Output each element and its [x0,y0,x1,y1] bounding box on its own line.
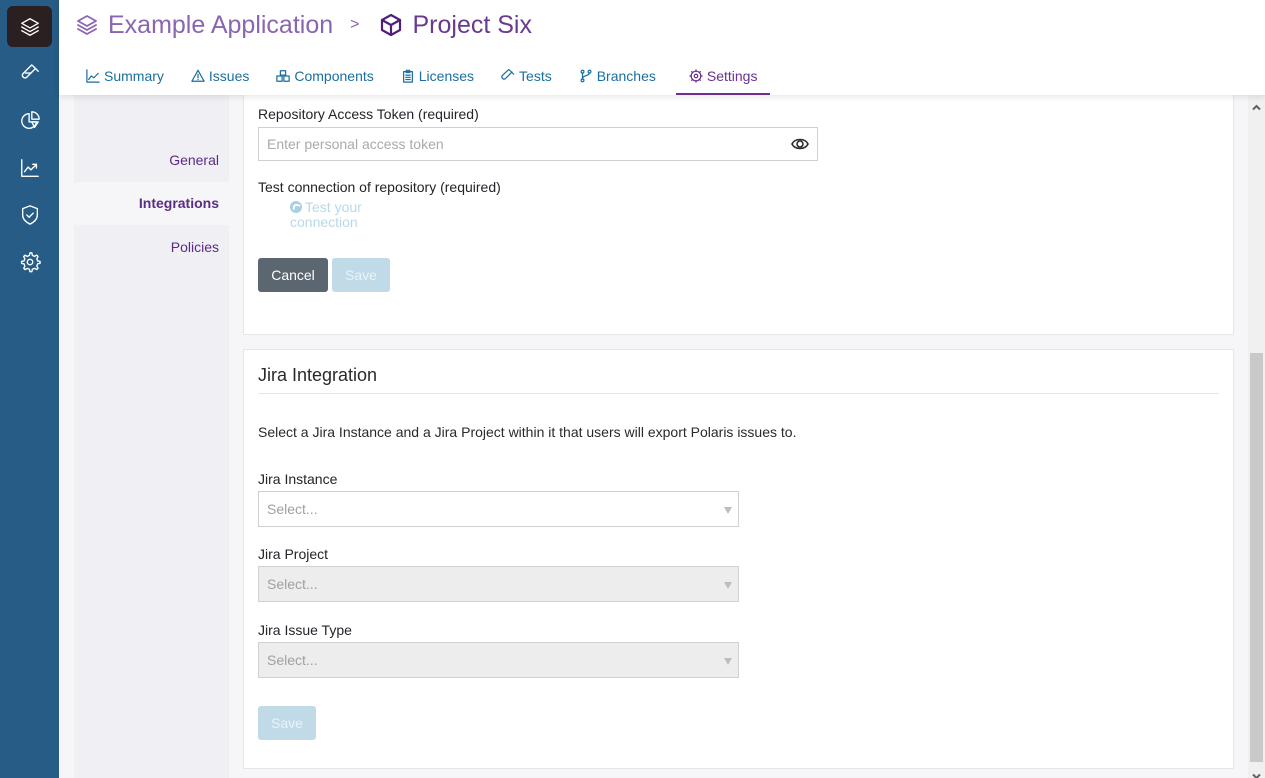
tab-branches[interactable]: Branches [572,60,663,95]
scrollbar-thumb[interactable] [1250,353,1263,762]
line-chart-icon [86,68,100,83]
clipboard-icon [402,69,413,83]
test-connection-label: Test connection of repository (required) [258,179,501,195]
tab-branches-label: Branches [596,67,656,84]
layers-icon [77,15,97,35]
jira-issue-type-select[interactable]: Select... [258,642,739,678]
tab-licenses-label: Licenses [418,67,475,84]
jira-project-label: Jira Project [258,546,329,562]
jira-instance-select[interactable]: Select... [258,491,739,527]
warning-icon [191,69,205,82]
layers-icon [20,17,39,36]
breadcrumb-project-label: Project Six [412,10,532,39]
rail-item-policies[interactable] [7,195,52,235]
token-field [258,127,818,161]
pie-chart-icon [20,111,40,129]
caret-down-icon [724,507,732,514]
page-header: Example Application > Project Six Summar… [59,0,1265,95]
show-password-toggle[interactable] [791,136,809,152]
caret-down-icon [724,658,732,665]
card-title: Jira Integration [258,365,378,385]
rail-item-reports[interactable] [7,101,52,141]
scroll-down-button[interactable] [1252,768,1261,778]
breadcrumb-application-label: Example Application [108,10,334,39]
tab-settings-label: Settings [706,67,758,84]
cancel-button[interactable]: Cancel [258,258,328,292]
tab-issues[interactable]: Issues [184,60,256,95]
tab-settings[interactable]: Settings [675,60,771,95]
palette-icon [290,201,302,213]
repository-integration-card: Repository Access Token (required) Test … [243,80,1234,335]
tab-tests-label: Tests [519,67,552,84]
chevron-down-icon [1252,773,1261,778]
test-tube-icon [21,64,39,79]
jira-instance-value: Select... [267,501,318,517]
branch-icon [580,69,592,82]
cube-icon [381,13,402,37]
breadcrumb: Example Application > Project Six [75,6,532,44]
test-connection-line1: Test your [305,199,362,215]
repository-save-button[interactable]: Save [332,258,390,292]
project-tabs: Summary Issues Components Licenses Tests… [79,60,783,95]
jira-integration-card: Jira Integration Select a Jira Instance … [243,349,1234,769]
test-connection-line2: connection [290,214,358,230]
eye-icon [791,138,809,150]
gear-icon [20,252,41,273]
rail-item-tests[interactable] [7,54,52,94]
divider [258,393,1219,394]
tab-components[interactable]: Components [269,60,380,95]
tab-tests[interactable]: Tests [494,60,559,95]
tab-issues-label: Issues [208,67,250,84]
boxes-icon [276,69,291,82]
scroll-up-button[interactable] [1252,99,1261,111]
left-rail [0,0,59,778]
tab-components-label: Components [294,67,374,84]
tab-summary[interactable]: Summary [79,60,171,95]
shield-check-icon [21,205,38,225]
rail-item-applications[interactable] [7,6,52,47]
jira-instance-label: Jira Instance [258,471,338,487]
trend-chart-icon [20,159,39,177]
jira-description: Select a Jira Instance and a Jira Projec… [258,424,797,440]
caret-down-icon [724,582,732,589]
token-input[interactable] [259,128,817,160]
breadcrumb-application[interactable]: Example Application [75,11,333,40]
subnav-item-integrations[interactable]: Integrations [74,182,229,225]
rail-item-settings[interactable] [7,242,52,282]
gear-icon [689,68,703,83]
token-label: Repository Access Token (required) [258,106,479,122]
rail-item-trends[interactable] [7,148,52,188]
jira-save-button[interactable]: Save [258,706,316,740]
jira-issue-type-value: Select... [267,652,318,668]
vertical-scrollbar[interactable] [1248,95,1265,778]
subnav-item-general[interactable]: General [74,139,229,182]
tab-summary-label: Summary [104,67,164,84]
tab-licenses[interactable]: Licenses [394,60,481,95]
test-tube-icon [501,68,515,80]
jira-project-value: Select... [267,576,318,592]
settings-subnav: General Integrations Policies [74,95,229,778]
jira-project-select[interactable]: Select... [258,566,739,602]
chevron-up-icon [1252,104,1261,111]
test-connection-link[interactable]: Test your connection [290,200,362,230]
breadcrumb-separator: > [350,16,360,33]
breadcrumb-project: Project Six [379,10,532,40]
subnav-item-policies[interactable]: Policies [74,226,229,269]
jira-issue-type-label: Jira Issue Type [258,622,352,638]
